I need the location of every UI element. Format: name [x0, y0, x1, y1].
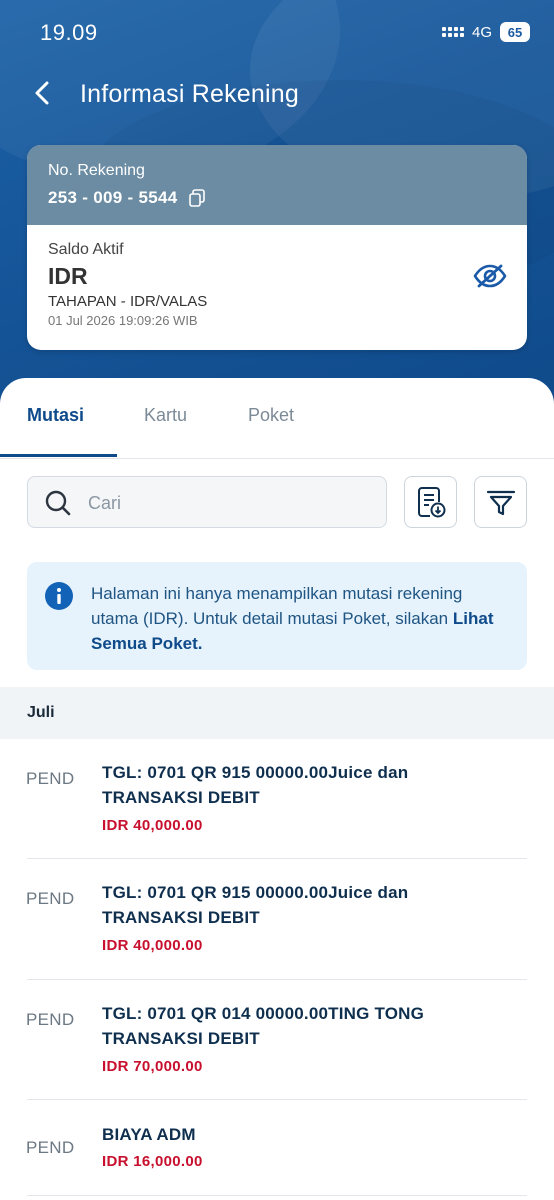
search-input[interactable]	[86, 477, 380, 529]
info-message: Halaman ini hanya menampilkan mutasi rek…	[91, 584, 463, 628]
back-arrow-icon[interactable]	[28, 78, 58, 108]
download-statement-button[interactable]	[404, 476, 457, 528]
transaction-amount: IDR 16,000.00	[102, 1153, 203, 1170]
content-sheet: Mutasi Kartu Poket Cari Halaman ini hany…	[0, 378, 554, 1200]
signal-icon	[441, 27, 464, 37]
info-banner: Halaman ini hanya menampilkan mutasi rek…	[27, 562, 527, 670]
eye-off-icon[interactable]	[473, 263, 507, 289]
search-icon	[45, 490, 71, 516]
filter-icon	[486, 490, 515, 516]
network-label: 4G	[471, 23, 492, 41]
tab-poket[interactable]: Poket	[248, 405, 294, 426]
transaction-list: PEND TGL: 0701 QR 915 00000.00Juice dan …	[0, 739, 554, 1196]
transaction-description-line1: TGL: 0701 QR 915 00000.00Juice dan	[102, 883, 409, 902]
account-product: TAHAPAN - IDR/VALAS	[48, 293, 208, 310]
transaction-amount: IDR 40,000.00	[102, 817, 203, 834]
active-tab-indicator	[0, 454, 117, 457]
transaction-status: PEND	[26, 769, 75, 788]
tab-bar: Mutasi Kartu Poket	[0, 378, 554, 459]
transaction-description-line2: TRANSAKSI DEBIT	[102, 1029, 260, 1048]
status-bar: 19.09 4G 65	[0, 0, 554, 66]
transaction-description-line1: TGL: 0701 QR 915 00000.00Juice dan	[102, 763, 409, 782]
balance-currency: IDR	[48, 263, 88, 289]
copy-icon[interactable]	[188, 189, 206, 207]
balance-section: Saldo Aktif IDR TAHAPAN - IDR/VALAS 01 J…	[27, 225, 527, 344]
transaction-description-line2: TRANSAKSI DEBIT	[102, 788, 260, 807]
search-box[interactable]	[27, 476, 387, 529]
transaction-row[interactable]: PEND BIAYA ADM IDR 16,000.00	[0, 1100, 554, 1196]
tab-kartu[interactable]: Kartu	[144, 405, 187, 426]
month-label: Juli	[27, 704, 55, 721]
transaction-status: PEND	[26, 889, 75, 908]
transaction-row[interactable]: PEND TGL: 0701 QR 915 00000.00Juice dan …	[0, 739, 554, 859]
info-icon	[45, 582, 73, 610]
account-number: 253 - 009 - 5544	[48, 188, 178, 207]
transaction-amount: IDR 40,000.00	[102, 937, 203, 954]
page-title: Informasi Rekening	[80, 80, 299, 108]
transaction-row[interactable]: PEND TGL: 0701 QR 014 00000.00TING TONG …	[0, 980, 554, 1100]
download-document-icon	[417, 487, 445, 518]
transaction-status: PEND	[26, 1010, 75, 1029]
transaction-description-line1: BIAYA ADM	[102, 1125, 196, 1144]
filter-button[interactable]	[474, 476, 527, 528]
transaction-row[interactable]: PEND TGL: 0701 QR 915 00000.00Juice dan …	[0, 859, 554, 980]
account-card: No. Rekening 253 - 009 - 5544 Saldo Akti…	[27, 145, 527, 350]
transaction-status: PEND	[26, 1138, 75, 1157]
tab-mutasi[interactable]: Mutasi	[27, 405, 84, 426]
transaction-description-line2: TRANSAKSI DEBIT	[102, 908, 260, 927]
balance-label: Saldo Aktif	[48, 241, 124, 258]
status-indicators: 4G 65	[441, 22, 530, 42]
status-time: 19.09	[40, 20, 98, 45]
transaction-description-line1: TGL: 0701 QR 014 00000.00TING TONG	[102, 1004, 425, 1023]
month-header: Juli	[0, 687, 554, 739]
account-number-label: No. Rekening	[48, 162, 145, 179]
app-bar: Informasi Rekening	[0, 70, 554, 120]
info-text: Halaman ini hanya menampilkan mutasi rek…	[91, 581, 511, 656]
transaction-amount: IDR 70,000.00	[102, 1058, 203, 1075]
account-number-section: No. Rekening 253 - 009 - 5544	[27, 145, 527, 225]
balance-timestamp: 01 Jul 2026 19:09:26 WIB	[48, 313, 198, 328]
battery-icon: 65	[500, 22, 530, 42]
